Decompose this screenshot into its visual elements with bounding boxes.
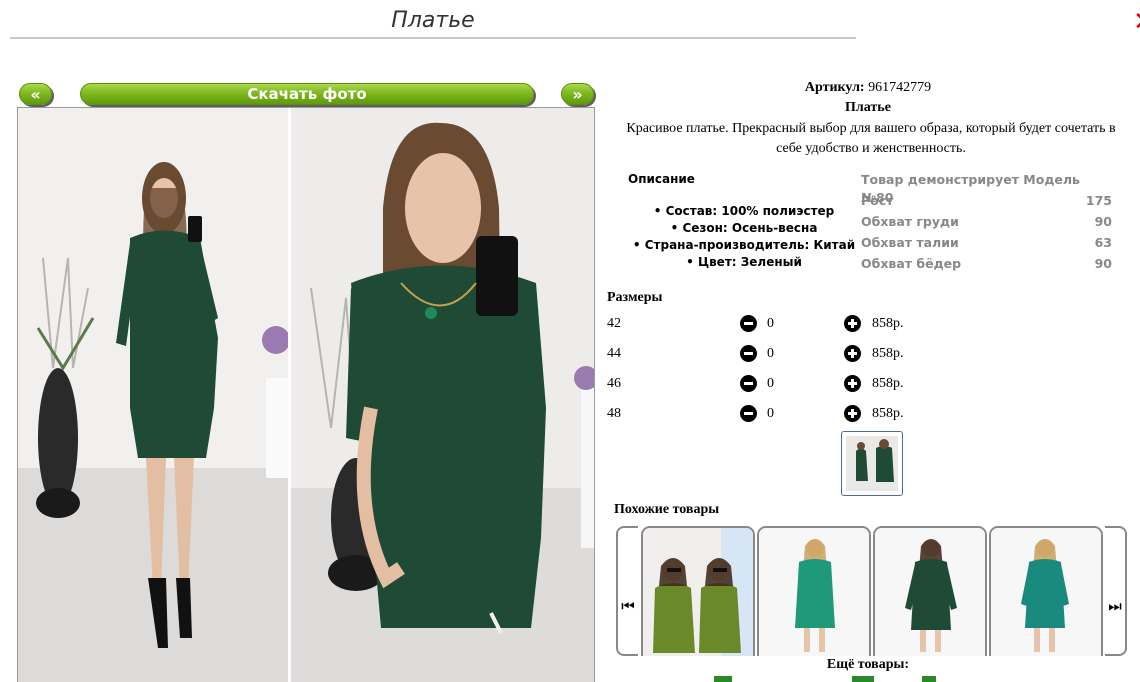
decrease-quantity-icon[interactable] [740,375,757,392]
size-price: 858р. [872,316,904,331]
size-row: 44 0 858р. [607,344,1127,364]
next-photo-button[interactable]: » [561,83,594,105]
article-value: 961742779 [868,80,932,95]
size-price: 858р. [872,346,904,361]
size-label: 42 [607,316,621,331]
details-list: • Состав: 100% полиэстер • Сезон: Осень-… [606,203,882,271]
product-photo-gallery [17,107,595,682]
size-label: 48 [607,406,621,421]
decrease-quantity-icon[interactable] [740,315,757,332]
page-title: Платье [391,8,475,33]
quantity-value: 0 [767,316,774,331]
model-row: Товар демонстрирует Модель №80 [861,172,1080,205]
similar-heading: Похожие товары [614,502,720,517]
size-row: 46 0 858р. [607,374,1127,394]
photo-thumbnail[interactable] [841,431,903,496]
model-row: Обхват талии 63 [861,235,1112,250]
details-item: • Страна-производитель: Китай [632,238,856,252]
product-photo-full-length[interactable] [18,108,288,682]
carousel-prev-icon[interactable]: ⏮ [616,526,638,656]
more-products-links[interactable] [700,676,940,682]
decrease-quantity-icon[interactable] [740,405,757,422]
quantity-value: 0 [767,406,774,421]
details-item: • Состав: 100% полиэстер [653,204,835,218]
product-name: Платье [845,100,891,115]
details-item: • Сезон: Осень-весна [670,221,818,235]
sizes-heading: Размеры [607,290,663,305]
model-measurements: Товар демонстрирует Модель №80 Рост 175 О… [861,171,1112,276]
product-photo-closeup[interactable] [291,108,594,682]
decrease-quantity-icon[interactable] [740,345,757,362]
increase-quantity-icon[interactable] [844,405,861,422]
model-row: Обхват груди 90 [861,214,1112,229]
size-price: 858р. [872,406,904,421]
title-divider [10,37,856,39]
prev-photo-button[interactable]: « [19,83,52,105]
similar-product-card[interactable] [641,526,755,656]
size-label: 44 [607,346,621,361]
close-icon[interactable]: ✕ [1133,8,1140,36]
download-photo-button[interactable]: Скачать фото [80,83,534,105]
size-price: 858р. [872,376,904,391]
product-description: Красивое платье. Прекрасный выбор для ва… [626,121,1116,156]
similar-product-card[interactable] [989,526,1103,656]
similar-product-card[interactable] [757,526,871,656]
model-row: Рост 175 [861,193,1112,208]
size-row: 42 0 858р. [607,314,1127,334]
model-row: Обхват бёдер 90 [861,256,1112,271]
size-label: 46 [607,376,621,391]
size-row: 48 0 858р. [607,404,1127,424]
similar-product-card[interactable] [873,526,987,656]
details-item: • Цвет: Зеленый [686,255,802,269]
quantity-value: 0 [767,346,774,361]
increase-quantity-icon[interactable] [844,345,861,362]
details-heading: Описание [628,172,695,186]
quantity-value: 0 [767,376,774,391]
article-number: Артикул: 961742779 [606,80,1130,96]
carousel-next-icon[interactable]: ⏭ [1105,526,1127,656]
increase-quantity-icon[interactable] [844,315,861,332]
more-products-heading: Ещё товары: [826,657,910,672]
article-label: Артикул: [804,80,865,95]
increase-quantity-icon[interactable] [844,375,861,392]
